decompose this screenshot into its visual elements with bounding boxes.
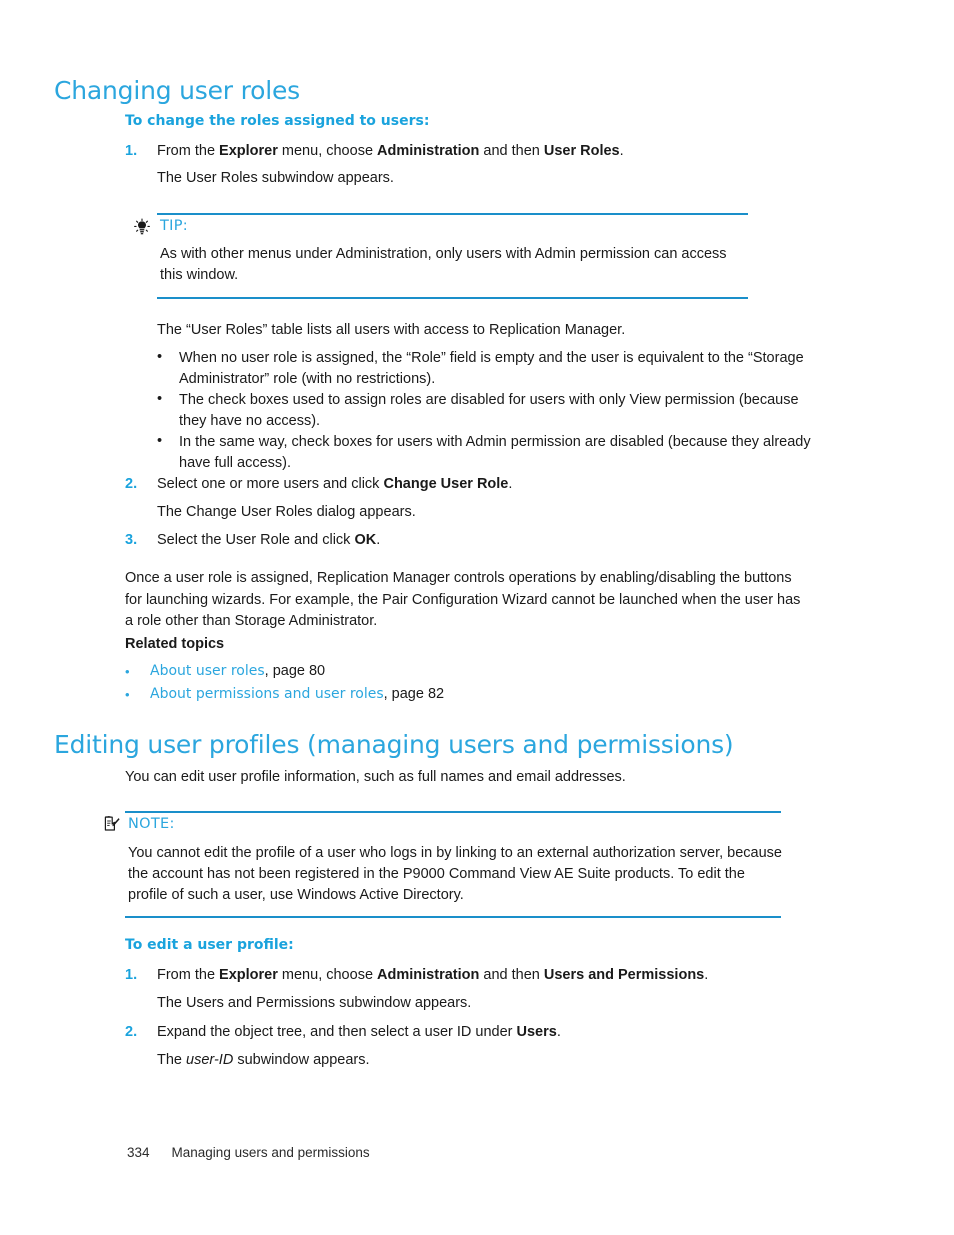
page-title-changing-user-roles: Changing user roles bbox=[54, 76, 300, 105]
table-intro-paragraph: The “User Roles” table lists all users w… bbox=[157, 322, 626, 338]
list-item: • When no user role is assigned, the “Ro… bbox=[157, 348, 817, 389]
page-number: 334 bbox=[127, 1145, 150, 1160]
list-item-text: When no user role is assigned, the “Role… bbox=[179, 350, 804, 387]
step-segment: menu, choose bbox=[277, 143, 378, 159]
step-segment-bold: Administration bbox=[377, 967, 480, 983]
bullet-glyph: • bbox=[125, 687, 130, 702]
step-segment: Expand the object tree, and then select … bbox=[157, 1024, 517, 1040]
step-item: 2. Select one or more users and click Ch… bbox=[125, 474, 825, 496]
step-result-text: The User Roles subwindow appears. bbox=[157, 170, 394, 186]
page-title-editing-user-profiles: Editing user profiles (managing users an… bbox=[54, 730, 734, 759]
step-segment: . bbox=[376, 532, 381, 548]
bullet-glyph: • bbox=[157, 349, 163, 365]
step-segment: From the bbox=[157, 967, 220, 983]
step-segment-bold: Change User Role bbox=[383, 476, 509, 492]
step-number: 2. bbox=[125, 476, 138, 492]
step-segment-bold: Users bbox=[516, 1024, 557, 1040]
related-topic-page: , page 82 bbox=[383, 686, 445, 702]
step-text: From the Explorer menu, choose Administr… bbox=[157, 141, 825, 163]
step-segment-bold: Administration bbox=[377, 143, 480, 159]
step-text: Select one or more users and click Chang… bbox=[157, 474, 825, 496]
tip-label: TIP: bbox=[160, 218, 188, 234]
step-number: 1. bbox=[125, 967, 138, 983]
step-segment: Select one or more users and click bbox=[157, 476, 384, 492]
step-segment-bold: Explorer bbox=[219, 967, 278, 983]
step-segment-bold: Users and Permissions bbox=[543, 967, 705, 983]
step-segment: . bbox=[508, 476, 513, 492]
result-segment: subwindow appears. bbox=[233, 1052, 370, 1068]
task-heading-change-roles: To change the roles assigned to users: bbox=[125, 113, 430, 129]
related-topic-line: About user roles, page 80 bbox=[150, 661, 725, 682]
link-about-user-roles[interactable]: About user roles bbox=[150, 663, 265, 679]
page-footer: 334 Managing users and permissions bbox=[127, 1145, 370, 1160]
list-item: • In the same way, check boxes for users… bbox=[157, 432, 817, 473]
related-topic-page: , page 80 bbox=[264, 663, 326, 679]
step-item: 3. Select the User Role and click OK. bbox=[125, 530, 825, 552]
related-topic-line: About permissions and user roles, page 8… bbox=[150, 684, 725, 705]
note-body-text: You cannot edit the profile of a user wh… bbox=[128, 845, 782, 903]
bullet-glyph: • bbox=[157, 391, 163, 407]
step-number: 2. bbox=[125, 1024, 138, 1040]
note-pad-icon bbox=[103, 815, 121, 833]
step-text: Expand the object tree, and then select … bbox=[157, 1022, 825, 1044]
step-result-text: The Users and Permissions subwindow appe… bbox=[157, 995, 472, 1011]
step-result-text: The user-ID subwindow appears. bbox=[157, 1050, 817, 1072]
tip-body-text: As with other menus under Administration… bbox=[160, 246, 727, 283]
running-title: Managing users and permissions bbox=[171, 1145, 370, 1160]
step-number: 1. bbox=[125, 143, 138, 159]
list-item-text: The check boxes used to assign roles are… bbox=[179, 392, 799, 429]
link-about-permissions-and-user-roles[interactable]: About permissions and user roles bbox=[150, 686, 384, 702]
step-item: 1. From the Explorer menu, choose Admini… bbox=[125, 141, 825, 163]
result-segment: The bbox=[157, 1052, 187, 1068]
bullet-glyph: • bbox=[125, 664, 130, 679]
step-segment-bold: User Roles bbox=[543, 143, 620, 159]
list-item: • The check boxes used to assign roles a… bbox=[157, 390, 817, 431]
step-segment: . bbox=[704, 967, 709, 983]
step-text: From the Explorer menu, choose Administr… bbox=[157, 965, 825, 987]
note-rule-bottom bbox=[125, 916, 781, 918]
note-rule-top bbox=[125, 811, 781, 813]
step-segment: and then bbox=[479, 143, 544, 159]
list-item-text: In the same way, check boxes for users w… bbox=[179, 434, 811, 471]
bullet-glyph: • bbox=[157, 433, 163, 449]
step-text: Select the User Role and click OK. bbox=[157, 530, 825, 552]
list-item-related-topic: • About user roles, page 80 bbox=[125, 661, 725, 682]
note-label: NOTE: bbox=[128, 816, 175, 832]
step-item: 2. Expand the object tree, and then sele… bbox=[125, 1022, 825, 1044]
lightbulb-icon bbox=[133, 218, 151, 236]
step-number: 3. bbox=[125, 532, 138, 548]
list-item-related-topic: • About permissions and user roles, page… bbox=[125, 684, 725, 705]
step-segment: and then bbox=[479, 967, 544, 983]
document-page: Changing user roles To change the roles … bbox=[0, 0, 954, 1235]
step-segment-bold: Explorer bbox=[219, 143, 278, 159]
step-segment: Select the User Role and click bbox=[157, 532, 355, 548]
section-intro-paragraph: You can edit user profile information, s… bbox=[125, 769, 626, 785]
task-heading-edit-profile: To edit a user profile: bbox=[125, 937, 294, 953]
step-item: 1. From the Explorer menu, choose Admini… bbox=[125, 965, 825, 987]
step-segment: From the bbox=[157, 143, 220, 159]
step-segment-bold: OK bbox=[354, 532, 377, 548]
tip-rule-top bbox=[157, 213, 748, 215]
step-result-text: The Change User Roles dialog appears. bbox=[157, 504, 416, 520]
step-segment: menu, choose bbox=[277, 967, 378, 983]
closing-paragraph: Once a user role is assigned, Replicatio… bbox=[125, 570, 801, 629]
result-segment-italic: user-ID bbox=[186, 1052, 234, 1068]
tip-rule-bottom bbox=[157, 297, 748, 299]
step-segment: . bbox=[619, 143, 624, 159]
related-topics-heading: Related topics bbox=[125, 636, 225, 652]
step-segment: . bbox=[556, 1024, 561, 1040]
